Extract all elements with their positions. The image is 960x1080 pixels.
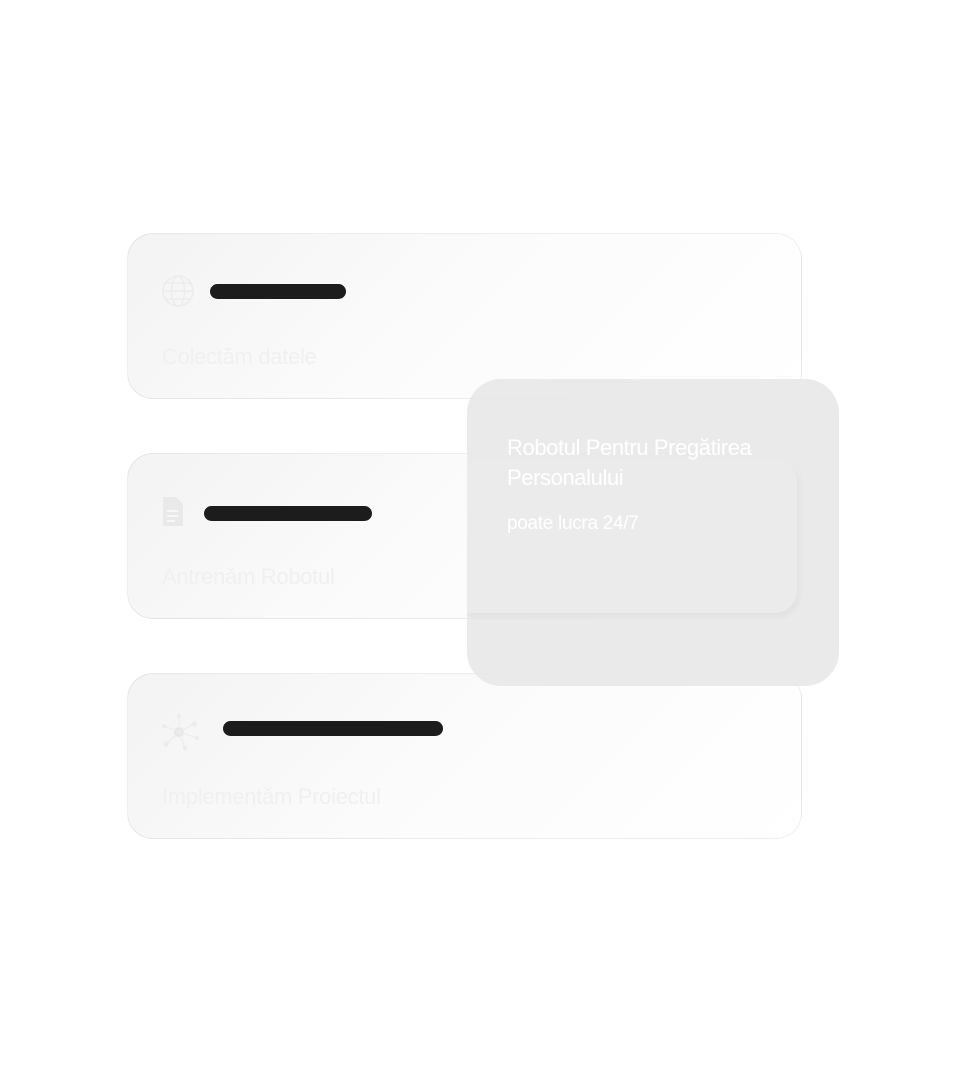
step-card-implement-project: Implementăm Proiectul bbox=[127, 673, 802, 839]
step-text: Implementăm Proiectul bbox=[162, 784, 381, 809]
step-text: Colectăm datele bbox=[162, 344, 317, 369]
globe-icon bbox=[161, 274, 201, 314]
redacted-step-title bbox=[223, 721, 443, 736]
network-icon bbox=[161, 714, 201, 754]
document-icon bbox=[161, 494, 201, 534]
feature-overlay-panel: Robotul Pentru Pregătirea Personalului p… bbox=[467, 379, 839, 686]
step-text: Antrenăm Robotul bbox=[162, 564, 335, 589]
redacted-step-title bbox=[204, 506, 372, 521]
overlay-title: Robotul Pentru Pregătirea Personalului bbox=[507, 435, 752, 490]
overlay-subtitle: poate lucra 24/7 bbox=[507, 513, 639, 534]
redacted-step-title bbox=[210, 284, 346, 299]
step-card-collect-data: Colectăm datele bbox=[127, 233, 802, 399]
